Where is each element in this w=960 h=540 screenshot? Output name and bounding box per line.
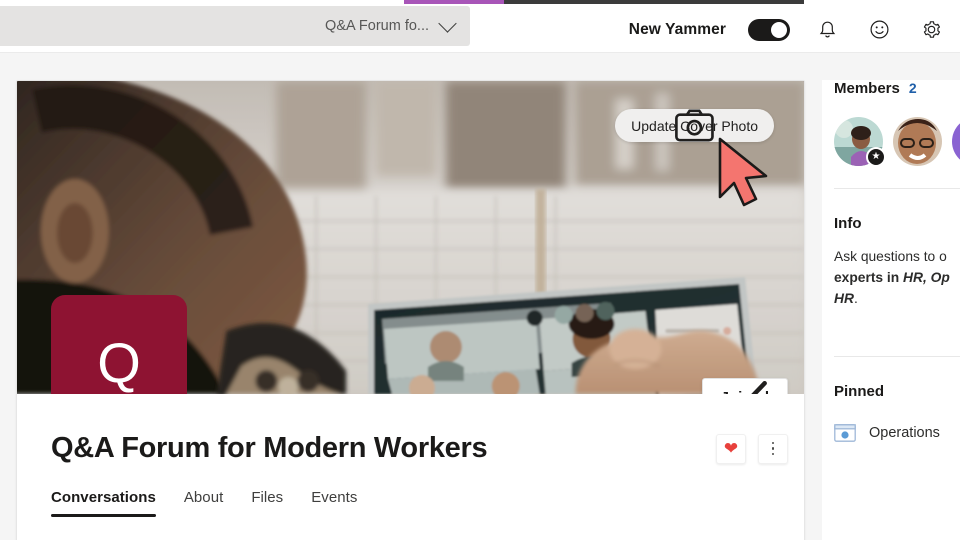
new-yammer-label: New Yammer — [628, 20, 726, 38]
members-title: Members — [834, 80, 900, 97]
members-section: Members 2 ★ — [822, 80, 960, 167]
browser-tab-dark — [504, 0, 804, 4]
info-section: Info Ask questions to o experts in HR, O… — [822, 215, 960, 310]
avatar[interactable] — [893, 117, 942, 166]
tab-events[interactable]: Events — [311, 489, 357, 517]
gear-icon — [923, 21, 940, 38]
title-actions: ❤ — [716, 433, 788, 464]
joined-button[interactable]: Joined — [701, 378, 788, 394]
star-icon: ★ — [866, 147, 886, 167]
bell-icon — [819, 21, 835, 37]
browser-chrome-strip — [0, 0, 960, 6]
pinned-item-label: Operations — [869, 424, 940, 441]
search-scope-selector[interactable]: Q&A Forum fo... — [325, 14, 457, 34]
group-main-card: Update Cover Photo Joined Q Q&A Forum f — [16, 80, 805, 540]
settings-button[interactable] — [916, 15, 946, 45]
avatar[interactable] — [952, 117, 960, 166]
members-header: Members 2 — [834, 80, 960, 97]
camera-icon — [675, 109, 714, 142]
tab-conversations[interactable]: Conversations — [51, 489, 156, 517]
chevron-down-icon — [438, 14, 457, 33]
title-row: Q&A Forum for Modern Workers ❤ — [51, 432, 788, 465]
info-line-3-tail: . — [853, 290, 858, 306]
pinned-title: Pinned — [834, 382, 885, 400]
sidebar-divider — [834, 188, 960, 189]
update-cover-photo-button[interactable]: Update Cover Photo — [615, 109, 774, 142]
group-title-block: Q&A Forum for Modern Workers ❤ Conversat… — [17, 394, 804, 517]
sidebar-divider-2 — [834, 355, 960, 357]
new-yammer-toggle[interactable] — [748, 18, 790, 41]
info-line-1: Ask questions to o — [834, 249, 947, 264]
member-avatars: ★ — [834, 117, 960, 167]
search-input[interactable]: arch — [0, 18, 325, 34]
cover-photo: Update Cover Photo Joined Q — [17, 81, 804, 394]
browser-tab-accent — [404, 0, 504, 4]
heart-icon: ❤ — [723, 439, 739, 458]
avatar-image — [952, 117, 960, 166]
tab-about[interactable]: About — [184, 489, 223, 517]
right-sidebar: Members 2 ★ Info Ask questions to o expe… — [822, 80, 960, 540]
info-line-3-italic: HR — [834, 290, 854, 306]
members-count: 2 — [908, 80, 917, 96]
more-vertical-icon — [771, 441, 775, 456]
pinned-page-icon — [834, 424, 856, 442]
check-icon — [750, 380, 767, 394]
info-line-2-italic: HR, Op — [903, 269, 950, 285]
info-description: Ask questions to o experts in HR, Op HR. — [834, 247, 960, 310]
tab-files[interactable]: Files — [251, 489, 283, 517]
header-divider — [0, 52, 960, 53]
avatar-image — [893, 117, 942, 166]
toggle-knob — [771, 21, 787, 38]
search-scope-label: Q&A Forum fo... — [325, 18, 429, 34]
group-avatar-initial: Q — [97, 331, 141, 394]
info-line-2-bold: experts in — [834, 269, 904, 285]
page-title: Q&A Forum for Modern Workers — [51, 432, 488, 464]
group-avatar-tile: Q — [51, 295, 187, 394]
group-tabs: Conversations About Files Events — [51, 489, 788, 517]
top-header-bar: arch Q&A Forum fo... New Yammer — [0, 6, 960, 53]
notifications-button[interactable] — [812, 15, 842, 45]
pinned-section: Pinned Operations — [822, 383, 960, 442]
avatar[interactable]: ★ — [834, 117, 886, 167]
pinned-item-operations[interactable]: Operations — [834, 424, 960, 442]
favorite-button[interactable]: ❤ — [716, 433, 746, 464]
header-actions: New Yammer — [629, 6, 946, 53]
page-body: Update Cover Photo Joined Q Q&A Forum f — [0, 53, 960, 540]
info-title: Info — [834, 215, 862, 232]
search-bar[interactable]: arch Q&A Forum fo... — [0, 6, 470, 46]
smiley-icon — [870, 20, 888, 39]
feedback-button[interactable] — [864, 15, 894, 45]
app-root: arch Q&A Forum fo... New Yammer — [0, 0, 960, 540]
more-options-button[interactable] — [758, 433, 788, 464]
